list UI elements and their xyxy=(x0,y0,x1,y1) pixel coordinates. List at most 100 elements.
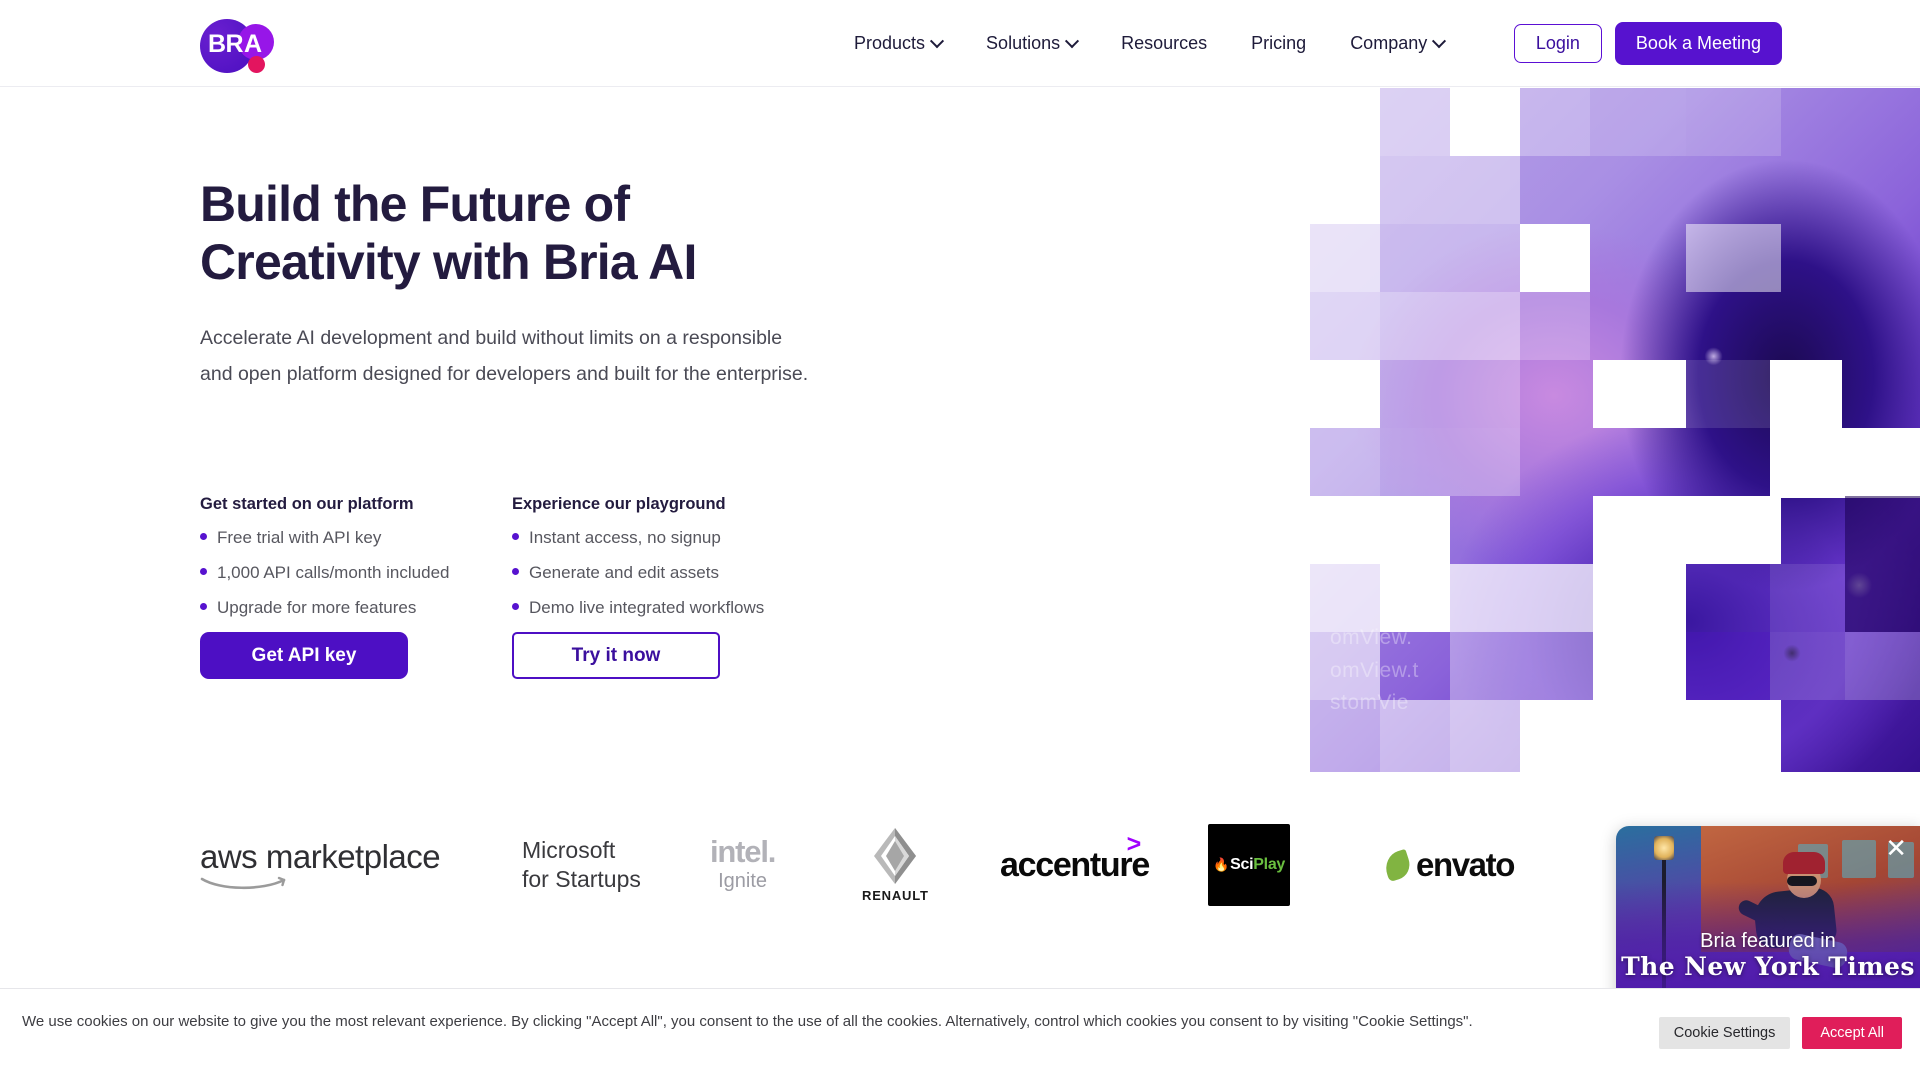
ignite-logo-text: Ignite xyxy=(718,870,768,892)
try-it-now-button[interactable]: Try it now xyxy=(512,632,720,679)
microsoft-line-1: Microsoft xyxy=(522,836,616,863)
cookie-settings-button[interactable]: Cookie Settings xyxy=(1658,1017,1791,1049)
mosaic-tile xyxy=(1520,88,1590,156)
hero-subtitle: Accelerate AI development and build with… xyxy=(200,327,809,385)
mosaic-tile xyxy=(1686,700,1781,772)
aws-marketplace-logo: aws marketplace xyxy=(200,800,441,930)
book-meeting-button[interactable]: Book a Meeting xyxy=(1614,22,1782,65)
get-api-key-button[interactable]: Get API key xyxy=(200,632,408,679)
mosaic-tile xyxy=(1593,360,1686,428)
renault-diamond-icon xyxy=(874,828,917,884)
hero-text-block: Build the Future of Creativity with Bria… xyxy=(200,175,840,393)
cookie-banner-text: We use cookies on our website to give yo… xyxy=(22,1013,1473,1030)
feature-column-playground: Experience our playground Instant access… xyxy=(512,495,824,631)
feature-label: Free trial with API key xyxy=(217,528,382,547)
mosaic-tile xyxy=(1520,700,1686,772)
mosaic-tile xyxy=(1380,88,1450,156)
mosaic-tile xyxy=(1380,360,1520,428)
bullet-icon xyxy=(200,568,207,576)
mosaic-tile xyxy=(1593,496,1686,700)
bullet-icon xyxy=(200,533,207,540)
login-button[interactable]: Login xyxy=(1513,24,1602,63)
feature-column-title: Get started on our platform xyxy=(200,495,414,513)
mosaic-tile xyxy=(1845,632,1920,700)
hero-title-line-1: Build the Future of xyxy=(200,176,630,232)
marketplace-word: marketplace xyxy=(265,837,441,875)
header-actions: Login Book a Meeting xyxy=(1513,0,1782,87)
nyt-feature-popup[interactable]: ✕ Bria featured in The New York Times xyxy=(1616,826,1920,1012)
feature-list-item: Upgrade for more features xyxy=(200,596,512,620)
aws-logo-text: aws marketplace xyxy=(200,837,441,875)
nav-item-resources[interactable]: Resources xyxy=(1099,33,1229,54)
main-navigation: Products Solutions Resources Pricing Com… xyxy=(832,0,1466,87)
feature-label: 1,000 API calls/month included xyxy=(217,563,450,583)
cookie-consent-banner: We use cookies on our website to give yo… xyxy=(0,988,1920,1080)
mosaic-overlay-text: omView. omView.t stomVie xyxy=(1330,626,1419,715)
mosaic-tile xyxy=(1686,496,1781,564)
bullet-icon xyxy=(200,603,207,611)
nav-label: Solutions xyxy=(986,33,1061,53)
popup-image xyxy=(1616,826,1920,1012)
microsoft-logo-text: Microsoft for Startups xyxy=(522,836,641,895)
mosaic-tile xyxy=(1450,700,1520,772)
chevron-down-icon xyxy=(1432,33,1447,48)
close-icon[interactable]: ✕ xyxy=(1885,835,1907,861)
mosaic-tile xyxy=(1380,292,1520,360)
microsoft-for-startups-logo: Microsoft for Startups xyxy=(522,800,641,930)
mosaic-tile xyxy=(1770,428,1920,498)
mosaic-tile xyxy=(1770,564,1845,632)
mosaic-tile xyxy=(1520,224,1590,292)
mosaic-tile xyxy=(1450,564,1593,632)
mosaic-tile xyxy=(1380,224,1520,292)
feature-column-title: Experience our playground xyxy=(512,495,726,513)
nav-item-solutions[interactable]: Solutions xyxy=(964,33,1099,54)
popup-publication-name: The New York Times xyxy=(1621,952,1915,981)
nav-label: Company xyxy=(1350,33,1428,53)
mosaic-tile xyxy=(1450,632,1593,700)
mosaic-tile xyxy=(1590,88,1686,156)
mosaic-tile xyxy=(1686,224,1781,292)
mosaic-tile xyxy=(1845,496,1920,632)
mosaic-tile xyxy=(1310,428,1380,496)
mosaic-tile xyxy=(1686,360,1781,428)
feature-label: Generate and edit assets xyxy=(529,563,719,583)
bria-logo[interactable]: BR A xyxy=(200,14,295,74)
popup-headline: Bria featured in xyxy=(1700,930,1836,952)
chevron-down-icon xyxy=(1065,33,1080,48)
mosaic-tile xyxy=(1686,632,1770,700)
play-word: Play xyxy=(1253,856,1286,873)
accenture-logo: accenture > xyxy=(1000,800,1150,930)
nav-item-products[interactable]: Products xyxy=(832,33,964,54)
renault-logo: RENAULT xyxy=(862,800,929,930)
bullet-icon xyxy=(512,568,519,576)
site-header: BR A Products Solutions Resources Pricin… xyxy=(0,0,1920,87)
intel-logo-text: intel. xyxy=(710,834,776,869)
mosaic-tile xyxy=(1380,156,1520,224)
nav-label: Products xyxy=(854,33,926,53)
accept-all-button[interactable]: Accept All xyxy=(1802,1017,1902,1049)
popup-gradient-overlay xyxy=(1616,826,1920,1012)
mosaic-tile xyxy=(1310,156,1380,224)
aws-word: aws xyxy=(200,837,258,875)
feature-column-platform: Get started on our platform Free trial w… xyxy=(200,495,512,631)
hero-mosaic-artwork: omView. omView.t stomVie xyxy=(1310,88,1920,772)
bullet-icon xyxy=(512,603,519,611)
mosaic-tile xyxy=(1380,428,1520,496)
hero-feature-columns: Get started on our platform Free trial w… xyxy=(200,495,824,631)
feature-list-item: Generate and edit assets xyxy=(512,561,824,585)
intel-ignite-logo: intel. Ignite xyxy=(710,800,776,930)
envato-logo: envato xyxy=(1381,800,1515,930)
logo-text: BR xyxy=(208,30,244,58)
renault-logo-text: RENAULT xyxy=(862,888,929,903)
nav-label: Pricing xyxy=(1251,33,1307,53)
feature-label: Instant access, no signup xyxy=(529,528,721,547)
page-title: Build the Future of Creativity with Bria… xyxy=(200,175,840,291)
mosaic-tile xyxy=(1310,88,1380,156)
hero-title-line-2: Creativity with Bria AI xyxy=(200,234,697,290)
logo-accent-letter: A xyxy=(244,30,263,58)
mosaic-tile xyxy=(1686,88,1781,156)
nav-item-pricing[interactable]: Pricing xyxy=(1229,33,1328,54)
feature-list-item: Free trial with API key xyxy=(200,526,512,550)
nav-item-company[interactable]: Company xyxy=(1328,33,1466,54)
cookie-banner-actions: Cookie Settings Accept All xyxy=(1658,1017,1902,1049)
